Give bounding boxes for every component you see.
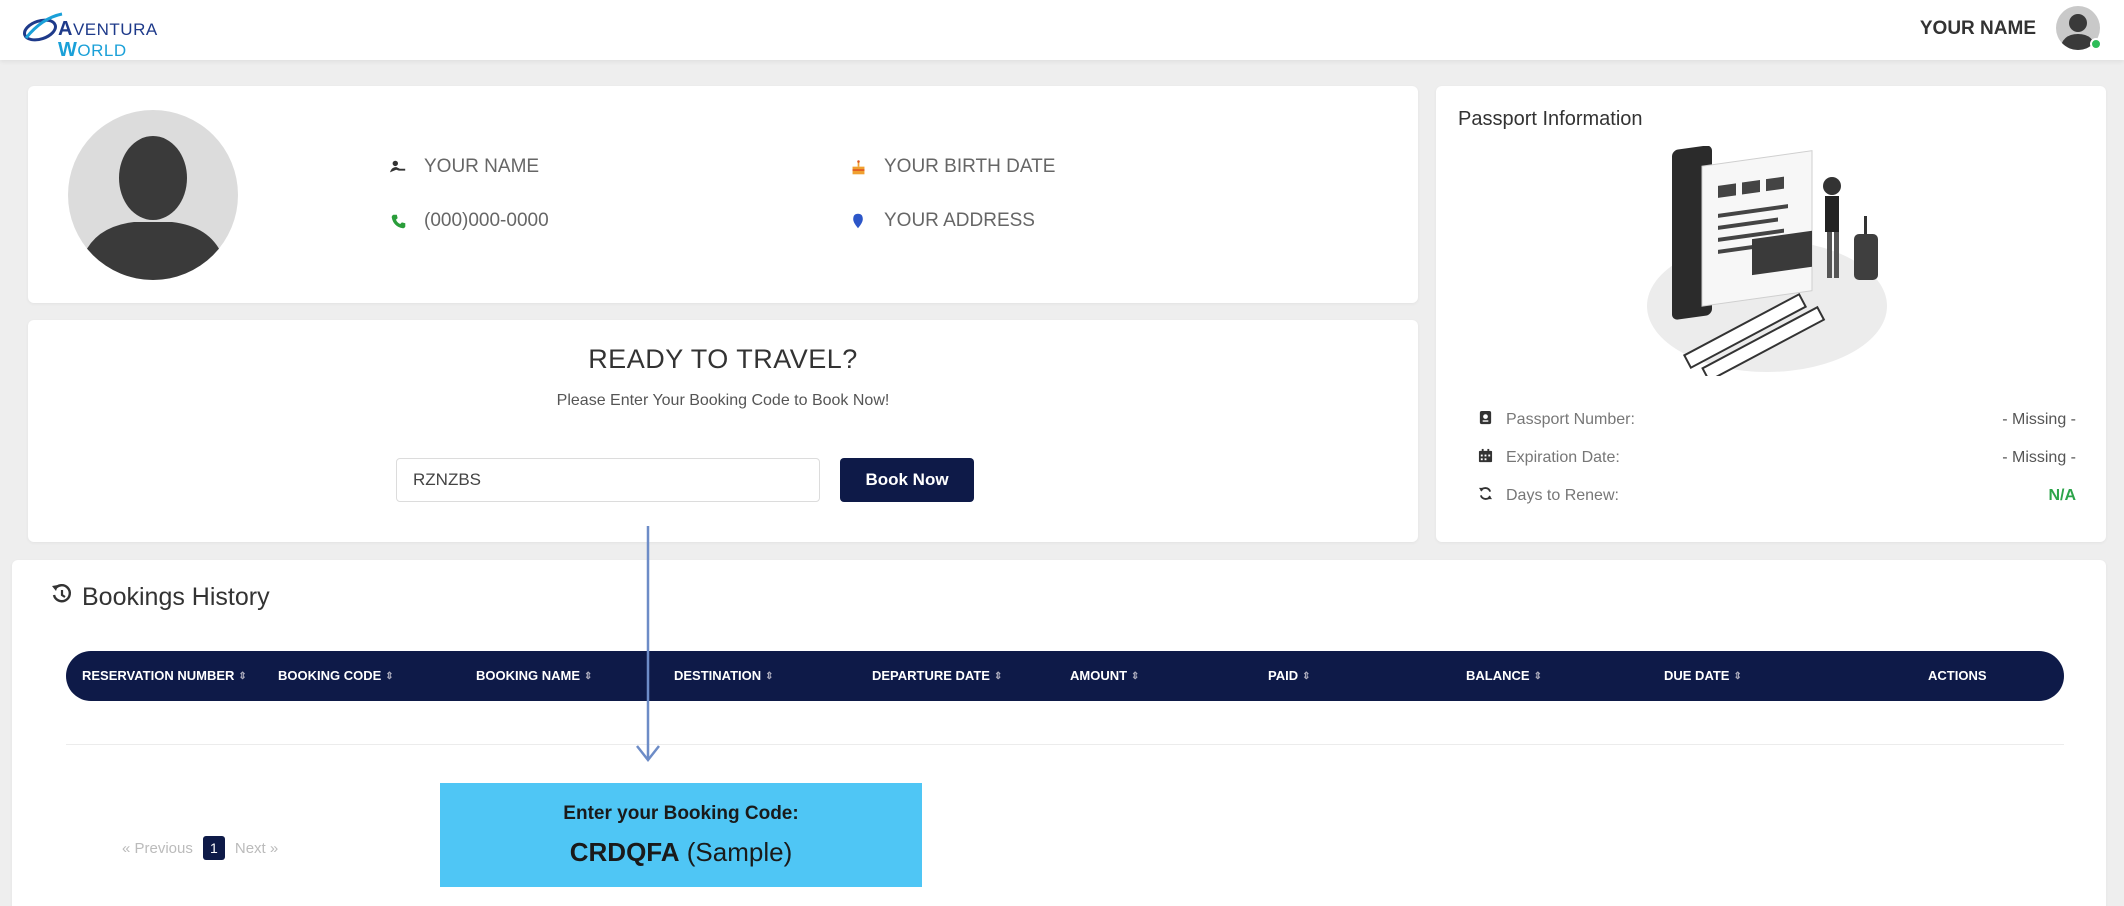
- pager-current-page[interactable]: 1: [202, 836, 225, 860]
- profile-phone-row: (000)000-0000: [388, 210, 549, 232]
- profile-avatar: [68, 110, 238, 280]
- callout-sample-code: CRDQFA (Sample): [569, 837, 793, 867]
- ready-to-travel-card: READY TO TRAVEL? Please Enter Your Booki…: [28, 320, 1418, 542]
- birthday-cake-icon: [848, 157, 868, 177]
- profile-name-row: YOUR NAME: [388, 156, 539, 178]
- passport-travel-illustration: [1647, 146, 1887, 376]
- phone-icon: [388, 211, 408, 231]
- sort-icon[interactable]: ⇕: [1733, 671, 1741, 682]
- refresh-icon: [1476, 486, 1494, 505]
- history-icon: [50, 582, 74, 613]
- profile-birth-date: YOUR BIRTH DATE: [884, 156, 1056, 177]
- sort-icon[interactable]: ⇕: [1131, 671, 1139, 682]
- sort-icon[interactable]: ⇕: [765, 671, 773, 682]
- map-pin-icon: [848, 211, 868, 231]
- sort-icon[interactable]: ⇕: [584, 671, 592, 682]
- column-actions: ACTIONS: [1928, 668, 1987, 683]
- passport-icon: [1476, 410, 1494, 429]
- calendar-icon: [1476, 448, 1494, 467]
- sort-icon[interactable]: ⇕: [238, 671, 246, 682]
- passport-title: Passport Information: [1458, 108, 1643, 130]
- profile-name: YOUR NAME: [424, 156, 540, 177]
- pager-previous[interactable]: « Previous: [122, 840, 193, 857]
- bookings-table-header: RESERVATION NUMBER ⇕ BOOKING CODE ⇕ BOOKIN…: [66, 651, 2064, 701]
- person-icon: [388, 157, 408, 177]
- column-amount[interactable]: AMOUNT ⇕: [1070, 668, 1139, 683]
- expiration-date-label: Expiration Date:: [1506, 448, 1620, 466]
- days-to-renew-row: Days to Renew: N/A: [1476, 486, 2076, 505]
- profile-phone: (000)000-0000: [424, 210, 549, 231]
- logo-text-top: AVENTURA: [58, 18, 158, 40]
- days-to-renew-value: N/A: [2048, 486, 2076, 504]
- logo-text-bottom: WORLD: [58, 39, 127, 61]
- header-user-name[interactable]: YOUR NAME: [1920, 18, 2036, 40]
- aventura-world-logo[interactable]: AVENTURA WORLD: [22, 6, 182, 61]
- passport-number-label: Passport Number:: [1506, 410, 1635, 428]
- table-divider: [66, 744, 2064, 745]
- expiration-date-value: - Missing -: [2002, 448, 2076, 466]
- booking-code-input[interactable]: [396, 458, 820, 502]
- sort-icon[interactable]: ⇕: [1534, 671, 1542, 682]
- passport-number-value: - Missing -: [2002, 410, 2076, 428]
- column-reservation-number[interactable]: RESERVATION NUMBER ⇕: [82, 668, 247, 683]
- profile-address: YOUR ADDRESS: [884, 210, 1035, 231]
- column-booking-name[interactable]: BOOKING NAME ⇕: [476, 668, 592, 683]
- column-balance[interactable]: BALANCE ⇕: [1466, 668, 1542, 683]
- column-due-date[interactable]: DUE DATE ⇕: [1664, 668, 1742, 683]
- callout-heading: Enter your Booking Code:: [563, 803, 799, 824]
- top-bar: AVENTURA WORLD YOUR NAME: [0, 0, 2124, 61]
- bookings-history-title: Bookings History: [50, 582, 270, 613]
- passport-number-row: Passport Number: - Missing -: [1476, 410, 2076, 429]
- expiration-date-row: Expiration Date: - Missing -: [1476, 448, 2076, 467]
- pager-next[interactable]: Next »: [235, 840, 278, 857]
- ready-subtitle: Please Enter Your Booking Code to Book N…: [556, 392, 890, 409]
- sort-icon[interactable]: ⇕: [1302, 671, 1310, 682]
- column-departure-date[interactable]: DEPARTURE DATE ⇕: [872, 668, 1002, 683]
- ready-title: READY TO TRAVEL?: [588, 344, 858, 374]
- column-paid[interactable]: PAID ⇕: [1268, 668, 1311, 683]
- days-to-renew-label: Days to Renew:: [1506, 486, 1619, 504]
- online-status-dot: [2090, 38, 2102, 50]
- profile-birthdate-row: YOUR BIRTH DATE: [848, 156, 1055, 178]
- bookings-history-card: Bookings History RESERVATION NUMBER ⇕ BOO…: [12, 560, 2106, 906]
- booking-code-callout: Enter your Booking Code: CRDQFA (Sample): [440, 783, 922, 887]
- sort-icon[interactable]: ⇕: [385, 671, 393, 682]
- profile-address-row: YOUR ADDRESS: [848, 210, 1035, 232]
- bookings-title-text: Bookings History: [82, 583, 270, 611]
- user-silhouette-icon: [78, 136, 228, 280]
- sort-icon[interactable]: ⇕: [994, 671, 1002, 682]
- pagination: « Previous 1 Next »: [122, 836, 278, 860]
- book-now-button[interactable]: Book Now: [840, 458, 974, 502]
- column-destination[interactable]: DESTINATION ⇕: [674, 668, 774, 683]
- profile-card: YOUR NAME (000)000-0000 YOUR BIRTH DATE …: [28, 86, 1418, 303]
- column-booking-code[interactable]: BOOKING CODE ⇕: [278, 668, 394, 683]
- passport-info-card: Passport Information Passport Number: - …: [1436, 86, 2106, 542]
